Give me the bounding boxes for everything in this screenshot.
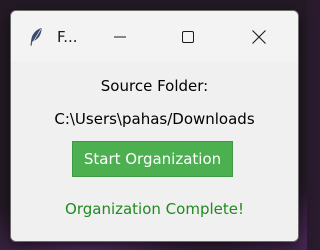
maximize-icon (182, 30, 194, 43)
window-content: Source Folder: C:\Users\pahas/Downloads … (11, 62, 298, 241)
source-folder-path: C:\Users\pahas/Downloads (54, 110, 255, 128)
maximize-button[interactable] (155, 11, 221, 62)
title-bar[interactable]: F... (11, 11, 298, 63)
status-message: Organization Complete! (65, 200, 244, 218)
close-button[interactable] (226, 11, 292, 62)
minimize-icon (114, 36, 126, 37)
source-folder-label: Source Folder: (100, 77, 209, 95)
feather-icon (30, 28, 42, 46)
minimize-button[interactable] (87, 11, 153, 62)
window-title: F... (57, 28, 78, 46)
close-icon (252, 29, 266, 44)
start-organization-button[interactable]: Start Organization (72, 141, 233, 177)
app-window: F... Source Folder: C:\Users\pahas/Downl… (10, 10, 299, 242)
